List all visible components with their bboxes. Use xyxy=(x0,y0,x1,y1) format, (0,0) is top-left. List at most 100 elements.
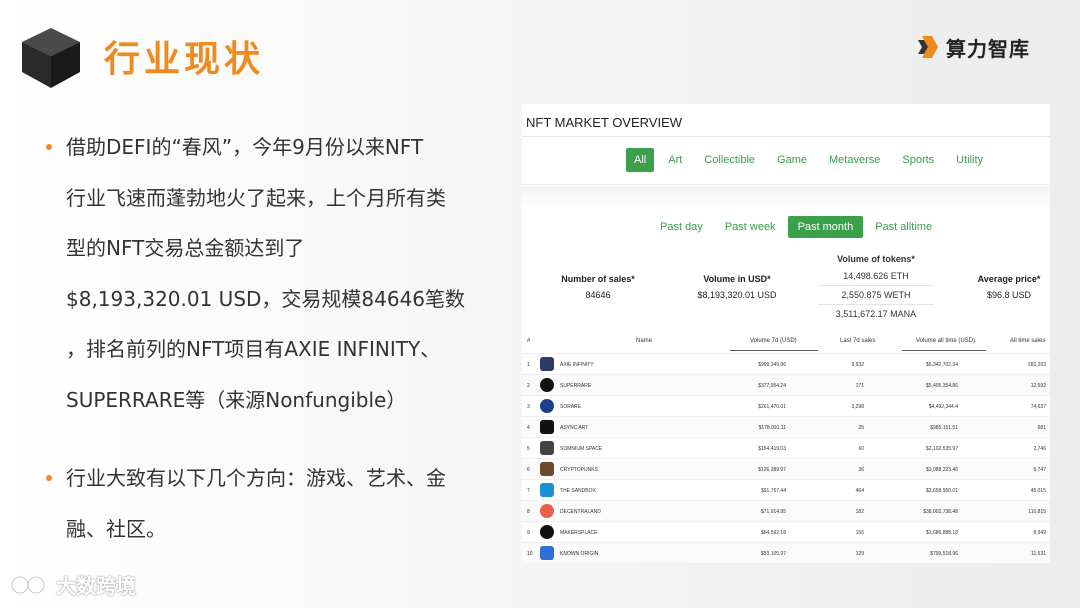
column-header[interactable]: Volume all time (USD) xyxy=(916,338,975,344)
column-header[interactable]: Last 7d sales xyxy=(840,338,875,344)
project-name[interactable]: SOMNIUM SPACE xyxy=(560,446,602,452)
project-logo-icon xyxy=(540,483,554,497)
sort-underline xyxy=(902,350,986,351)
tab-sports[interactable]: Sports xyxy=(894,148,942,172)
sales-all-time: 12,592 xyxy=(1030,383,1046,389)
column-header[interactable]: Name xyxy=(636,338,652,344)
stat-value: 2,550.875 WETH xyxy=(818,286,934,305)
project-name[interactable]: MAKERSPLACE xyxy=(560,530,598,536)
row-rank: 4 xyxy=(527,425,530,431)
project-logo-icon xyxy=(540,399,554,413)
brand: 算力智库 xyxy=(918,32,1030,62)
sales-all-time: 5,747 xyxy=(1033,467,1046,473)
project-name[interactable]: AXIE INFINITY xyxy=(560,362,594,368)
table-row[interactable]: 1 AXIE INFINITY $999,349.86 9,932 $6,342… xyxy=(522,353,1050,374)
volume-7d: $126,389.97 xyxy=(758,467,786,473)
volume-7d: $377,954.24 xyxy=(758,383,786,389)
row-rank: 9 xyxy=(527,530,530,536)
table-row[interactable]: 5 SOMNIUM SPACE $154,419.03 60 $2,102,53… xyxy=(522,437,1050,458)
project-logo-icon xyxy=(540,378,554,392)
column-header: # xyxy=(527,338,531,344)
sort-underline xyxy=(730,350,818,351)
category-tabs: All Art Collectible Game Metaverse Sport… xyxy=(626,148,997,172)
tab-collectible[interactable]: Collectible xyxy=(696,148,763,172)
project-name[interactable]: THE SANDBOX xyxy=(560,488,596,494)
volume-all-time: $799,518.96 xyxy=(930,551,958,557)
stat-label: Number of sales* xyxy=(561,274,635,284)
tab-metaverse[interactable]: Metaverse xyxy=(821,148,888,172)
row-rank: 2 xyxy=(527,383,530,389)
project-name[interactable]: ASYNC ART xyxy=(560,425,588,431)
sales-7d: 60 xyxy=(858,446,864,452)
watermark: 大数跨境 xyxy=(10,570,136,599)
column-header[interactable]: All time sales xyxy=(1010,338,1045,344)
row-rank: 8 xyxy=(527,509,530,515)
table-row[interactable]: 9 MAKERSPLACE $64,592.18 156 $1,686,888.… xyxy=(522,521,1050,542)
tab-art[interactable]: Art xyxy=(660,148,690,172)
sales-all-time: 281,293 xyxy=(1027,362,1046,368)
volume-7d: $154,419.03 xyxy=(758,446,786,452)
stat-tokens: Volume of tokens* 14,498.626 ETH 2,550.8… xyxy=(818,254,934,323)
bullet-line: $8,193,320.01 USD，交易规模84646笔数 xyxy=(66,286,466,311)
sales-all-time: 2,746 xyxy=(1033,446,1046,452)
sales-all-time: 8,949 xyxy=(1033,530,1046,536)
tab-utility[interactable]: Utility xyxy=(948,148,991,172)
volume-all-time: $3,088,223.46 xyxy=(926,467,958,473)
row-rank: 6 xyxy=(527,467,530,473)
project-logo-icon xyxy=(540,546,554,560)
bullet-item: 行业大致有以下几个方向：游戏、艺术、金 融、社区。 xyxy=(40,453,500,554)
tab-all[interactable]: All xyxy=(626,148,655,172)
project-name[interactable]: KNOWN ORIGIN xyxy=(560,551,598,557)
nft-market-title: NFT MARKET OVERVIEW xyxy=(526,115,683,130)
tab-game[interactable]: Game xyxy=(769,148,815,172)
table-row[interactable]: 10 KNOWN ORIGIN $53,105.97 129 $799,518.… xyxy=(522,542,1050,563)
stat-label: Volume of tokens* xyxy=(837,254,915,264)
sales-7d: 464 xyxy=(855,488,864,494)
volume-7d: $53,105.97 xyxy=(760,551,786,557)
bullet-line: SUPERRARE等（来源Nonfungible） xyxy=(66,387,407,412)
tab-past-month[interactable]: Past month xyxy=(787,216,864,238)
row-rank: 10 xyxy=(527,551,533,557)
sales-7d: 182 xyxy=(855,509,864,515)
tab-past-day[interactable]: Past day xyxy=(650,216,713,238)
stat-label: Volume in USD* xyxy=(703,274,771,284)
sales-7d: 129 xyxy=(855,551,864,557)
nft-market-screenshot: NFT MARKET OVERVIEW All Art Collectible … xyxy=(522,104,1050,563)
table-row[interactable]: 4 ASYNC ART $178,091.11 25 $985,151.51 6… xyxy=(522,416,1050,437)
volume-7d: $91,767.44 xyxy=(760,488,786,494)
tab-past-week[interactable]: Past week xyxy=(715,216,786,238)
table-row[interactable]: 6 CRYPTOPUNKS $126,389.97 36 $3,088,223.… xyxy=(522,458,1050,479)
table-row[interactable]: 2 SUPERRARE $377,954.24 171 $5,405,354.8… xyxy=(522,374,1050,395)
project-name[interactable]: CRYPTOPUNKS xyxy=(560,467,598,473)
volume-7d: $999,349.86 xyxy=(758,362,786,368)
table-row[interactable]: 8 DECENTRALAND $71,914.95 182 $38,002,73… xyxy=(522,500,1050,521)
stat-sales: Number of sales* 84646 xyxy=(548,274,648,300)
bullet-line: 借助DEFI的“春风”，今年9月份以来NFT xyxy=(66,135,424,159)
volume-7d: $64,592.18 xyxy=(760,530,786,536)
project-name[interactable]: SORARE xyxy=(560,404,581,410)
row-rank: 1 xyxy=(527,362,530,368)
volume-all-time: $2,102,535.97 xyxy=(926,446,958,452)
bullet-list: 借助DEFI的“春风”，今年9月份以来NFT 行业飞速而蓬勃地火了起来，上个月所… xyxy=(40,122,500,554)
project-name[interactable]: SUPERRARE xyxy=(560,383,591,389)
bullet-line: ，排名前列的NFT项目有AXIE INFINITY、 xyxy=(66,337,441,361)
project-logo-icon xyxy=(540,441,554,455)
slide-title: 行业现状 xyxy=(104,39,265,80)
volume-7d: $71,914.95 xyxy=(760,509,786,515)
table-row[interactable]: 7 THE SANDBOX $91,767.44 464 $2,658,950.… xyxy=(522,479,1050,500)
watermark-logo-icon xyxy=(10,575,46,594)
divider xyxy=(522,184,1050,185)
tab-past-alltime[interactable]: Past alltime xyxy=(865,216,942,238)
row-rank: 5 xyxy=(527,446,530,452)
stat-value: 84646 xyxy=(585,290,611,300)
column-header[interactable]: Volume 7d (USD) xyxy=(750,338,797,344)
volume-all-time: $5,405,354.86 xyxy=(926,383,958,389)
stat-value: $96.8 USD xyxy=(986,290,1032,300)
table-row[interactable]: 3 SORARE $261,470.01 3,298 $4,492,344.4 … xyxy=(522,395,1050,416)
divider xyxy=(522,136,1050,137)
brand-logo-icon xyxy=(918,36,938,58)
project-name[interactable]: DECENTRALAND xyxy=(560,509,601,515)
stat-average-price: Average price* $96.8 USD xyxy=(968,274,1050,300)
volume-all-time: $38,002,738.48 xyxy=(923,509,958,515)
bullet-line: 融、社区。 xyxy=(66,516,166,541)
